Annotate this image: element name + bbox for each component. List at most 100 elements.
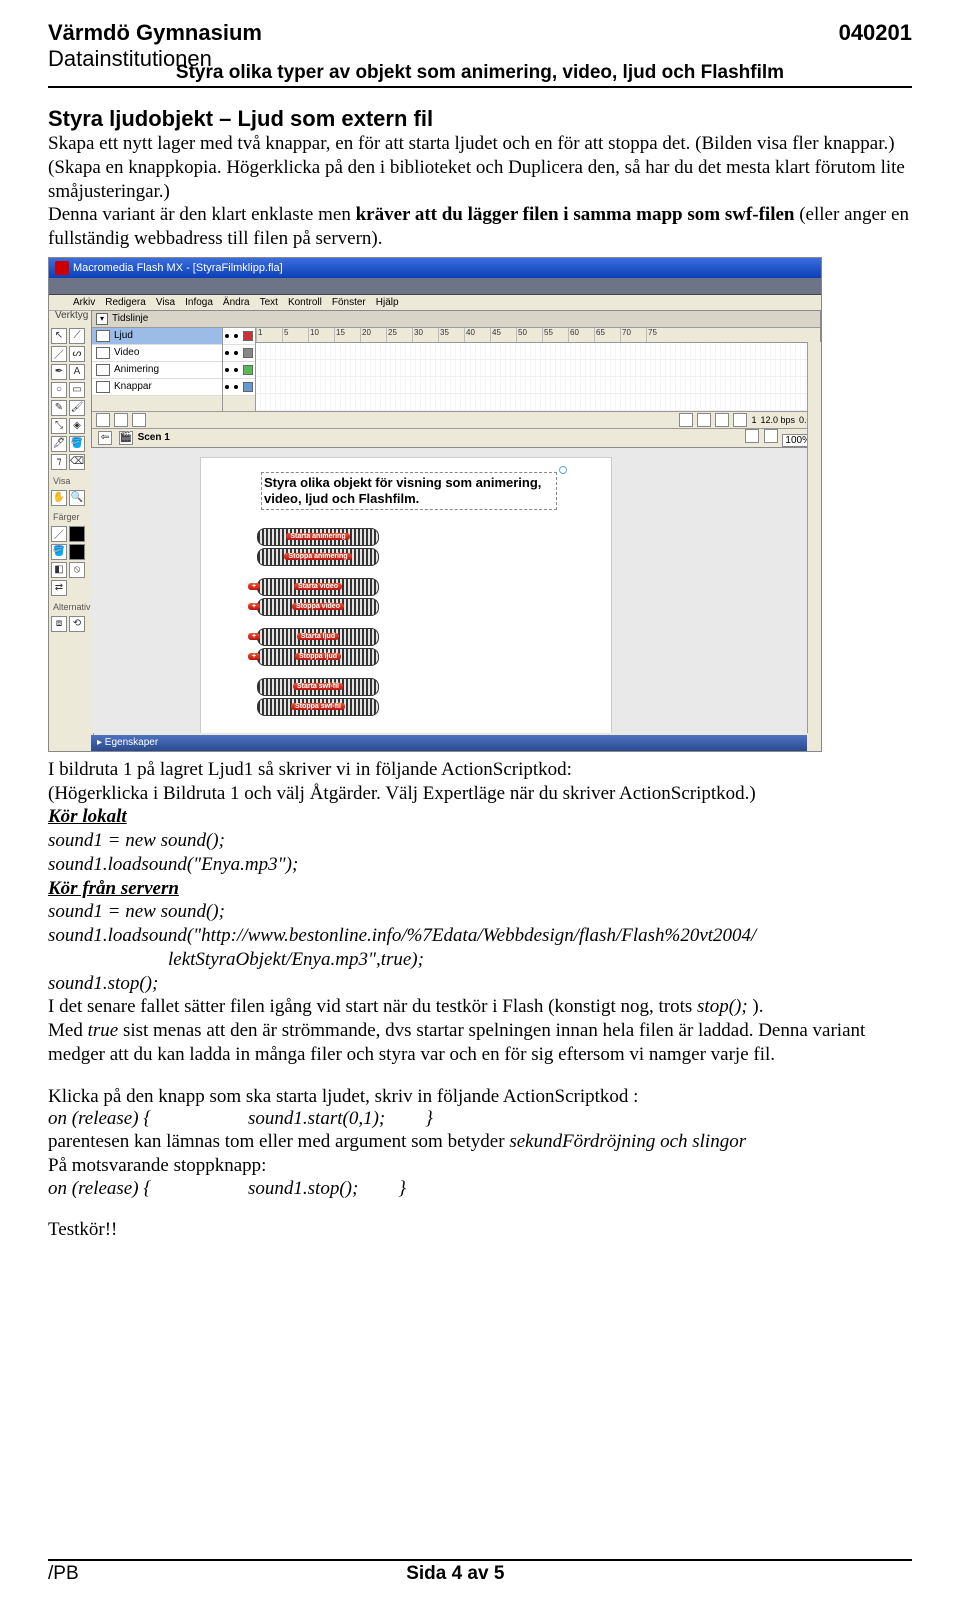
start-video-button[interactable]: +Starta video [257,578,379,596]
add-folder-icon[interactable] [114,413,128,427]
add-layer-icon[interactable] [96,413,110,427]
scene-name[interactable]: Scen 1 [138,432,170,443]
code-line-5: sound1.stop(); [48,972,912,996]
properties-panel-tab[interactable]: ▸ Egenskaper [91,735,807,751]
brush-tool[interactable]: 🖌 [69,400,85,416]
intro-paragraph-2: Denna variant är den klart enklaste men … [48,203,912,251]
frames-area[interactable]: 151015202530354045505560657075 [256,328,820,411]
tools-panel: ↖ ⟋ ／ ᔕ ✒ A ○ ▭ ✎ 🖌 ⤡ ◈ 🖋 🪣 ⁊ ⌫ Visa ✋ 🔍… [49,326,94,751]
fill-swatch[interactable] [69,544,85,560]
edit-symbol-icon[interactable] [764,429,778,443]
option-tool[interactable]: ⟲ [69,616,85,632]
hand-tool[interactable]: ✋ [51,490,67,506]
editor-tabbar [49,278,821,295]
timeline-footer: 1 12.0 bps 0.0s [92,411,820,428]
selection-handle[interactable] [559,466,567,474]
code-row-stop: on (release) { sound1.stop(); } [48,1178,912,1200]
menu-andra[interactable]: Ändra [223,297,250,308]
edit-scene-icon[interactable] [745,429,759,443]
fill-transform-tool[interactable]: ◈ [69,418,85,434]
p5: Klicka på den knapp som ska starta ljude… [48,1085,912,1109]
code-line-1: sound1 = new sound(); [48,829,912,853]
rect-tool[interactable]: ▭ [69,382,85,398]
start-anim-button[interactable]: Starta animering [257,528,379,546]
onion-icon[interactable] [679,413,693,427]
arrow-tool[interactable]: ↖ [51,328,67,344]
onion3-icon[interactable] [715,413,729,427]
stop-anim-button[interactable]: Stoppa animering [257,548,379,566]
zoom-tool[interactable]: 🔍 [69,490,85,506]
noswap-icon[interactable]: ⦸ [69,562,85,578]
fill-color[interactable]: 🪣 [51,544,67,560]
p7: På motsvarande stoppknapp: [48,1154,912,1178]
ink-tool[interactable]: 🖋 [51,436,67,452]
stop-swf-button[interactable]: Stoppa swf-fil [257,698,379,716]
stage-heading-text[interactable]: Styra olika objekt för visning som anime… [261,472,557,511]
doc-date: 040201 [839,20,912,46]
code-line-3: sound1 = new sound(); [48,900,912,924]
text-tool[interactable]: A [69,364,85,380]
start-swf-button[interactable]: Starta swf-fil [257,678,379,696]
vertical-scrollbar[interactable] [807,342,821,733]
stop-video-button[interactable]: +Stoppa video [257,598,379,616]
start-ljud-button[interactable]: +Starta ljud [257,628,379,646]
farger-label: Färger [53,512,91,522]
doc-footer: /PB Sida 4 av 5 [48,1559,912,1585]
scene-icon[interactable]: 🎬 [119,431,133,445]
frames-ruler: 151015202530354045505560657075 [256,328,820,343]
app-icon [55,261,69,275]
back-icon[interactable]: ⇦ [98,431,112,445]
oval-tool[interactable]: ○ [51,382,67,398]
p6: parentesen kan lämnas tom eller med argu… [48,1130,912,1154]
intro-paragraph-1: Skapa ett nytt lager med två knappar, en… [48,132,912,203]
layer-icon [96,364,110,376]
timeline-label: Tidslinje [112,313,148,324]
menu-kontroll[interactable]: Kontroll [288,297,322,308]
alternativ-label: Alternativ [53,602,91,612]
stage-wrapper[interactable]: Styra olika objekt för visning som anime… [91,448,821,733]
menu-visa[interactable]: Visa [156,297,175,308]
snap-tool[interactable]: ⧈ [51,616,67,632]
collapse-icon[interactable]: ▾ [96,313,108,325]
org-name: Värmdö Gymnasium [48,20,262,46]
pen-tool[interactable]: ✒ [51,364,67,380]
menu-arkiv[interactable]: Arkiv [73,297,95,308]
layer-animering[interactable]: Animering [92,362,222,379]
line-tool[interactable]: ／ [51,346,67,362]
pencil-tool[interactable]: ✎ [51,400,67,416]
onion2-icon[interactable] [697,413,711,427]
eyedropper-tool[interactable]: ⁊ [51,454,67,470]
menu-text[interactable]: Text [260,297,278,308]
layer-video[interactable]: Video [92,345,222,362]
delete-layer-icon[interactable] [132,413,146,427]
eraser-tool[interactable]: ⌫ [69,454,85,470]
menubar[interactable]: Arkiv Redigera Visa Infoga Ändra Text Ko… [49,295,821,311]
onion4-icon[interactable] [733,413,747,427]
reg-point-icon: + [248,583,260,590]
kor-server-heading: Kör från servern [48,877,912,901]
flash-screenshot: Macromedia Flash MX - [StyraFilmklipp.fl… [48,257,822,752]
stroke-color[interactable]: ／ [51,526,67,542]
layer-knappar[interactable]: Knappar [92,379,222,396]
menu-redigera[interactable]: Redigera [105,297,146,308]
visa-label: Visa [53,476,91,486]
fps-display: 12.0 bps [760,415,795,425]
p3: I det senare fallet sätter filen igång v… [48,995,912,1019]
p-after-shot-1: I bildruta 1 på lagret Ljud1 så skriver … [48,758,912,782]
menu-infoga[interactable]: Infoga [185,297,213,308]
menu-hjalp[interactable]: Hjälp [376,297,399,308]
bucket-tool[interactable]: 🪣 [69,436,85,452]
transform-tool[interactable]: ⤡ [51,418,67,434]
scene-bar: ⇦ 🎬 Scen 1 100% [92,428,820,447]
layer-icon [96,381,110,393]
lasso-tool[interactable]: ᔕ [69,346,85,362]
swap-icon[interactable]: ⇄ [51,580,67,596]
menu-fonster[interactable]: Fönster [332,297,366,308]
bw-icon[interactable]: ◧ [51,562,67,578]
stage: Styra olika objekt för visning som anime… [201,458,611,733]
stroke-swatch[interactable] [69,526,85,542]
subselect-tool[interactable]: ⟋ [69,328,85,344]
layer-ljud[interactable]: Ljud [92,328,222,345]
stop-ljud-button[interactable]: +Stoppa ljud [257,648,379,666]
reg-point-icon: + [248,633,260,640]
